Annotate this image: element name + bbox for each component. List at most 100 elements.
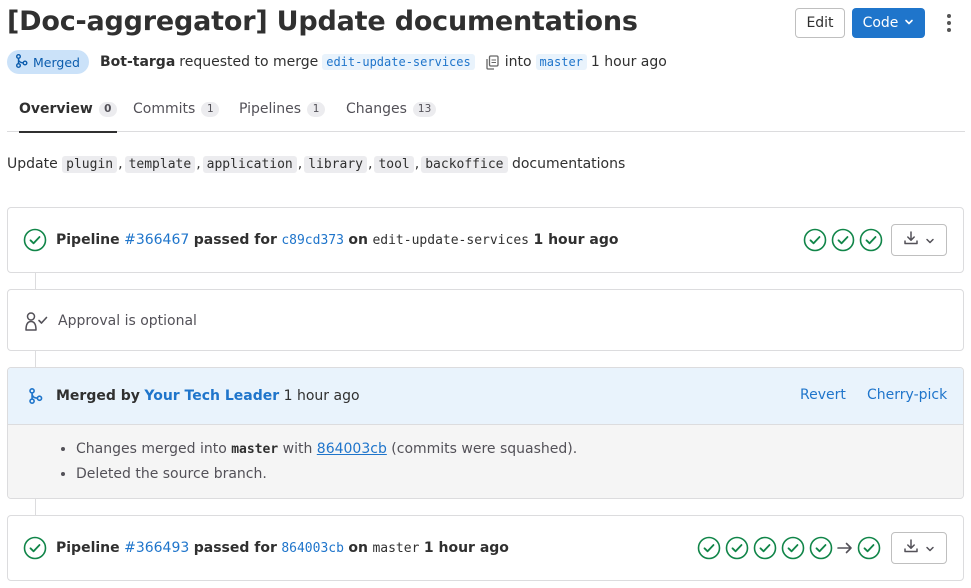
download-icon — [903, 230, 919, 250]
on-text: on — [348, 540, 368, 556]
merged-by-user[interactable]: Your Tech Leader — [144, 388, 279, 404]
timeline-connector — [35, 273, 36, 289]
tab-overview[interactable]: Overview 0 — [19, 86, 117, 133]
pipeline-label: Pipeline — [56, 232, 120, 248]
tab-pipelines[interactable]: Pipelines 1 — [239, 86, 326, 132]
stage-success-icon[interactable] — [859, 228, 883, 252]
merged-header: Merged by Your Tech Leader 1 hour ago Re… — [8, 368, 963, 425]
download-icon — [903, 538, 919, 558]
status-badge: Merged — [7, 50, 89, 74]
description-code: plugin — [62, 155, 118, 173]
pipeline-id-link[interactable]: #366493 — [124, 540, 189, 556]
chevron-down-icon — [925, 231, 935, 250]
pipeline-branch[interactable]: edit-update-services — [372, 233, 529, 248]
kebab-icon[interactable] — [940, 10, 958, 36]
description-code: application — [202, 155, 297, 173]
on-text: on — [348, 232, 368, 248]
status-success-icon[interactable] — [23, 536, 47, 560]
code-button-label: Code — [862, 15, 899, 31]
merge-icon — [15, 53, 28, 71]
page-title: [Doc-aggregator] Update documentations — [7, 6, 638, 37]
revert-button[interactable]: Revert — [800, 387, 846, 403]
approval-icon — [24, 308, 50, 334]
commit-link[interactable]: 864003cb — [281, 541, 344, 556]
edit-button[interactable]: Edit — [795, 8, 845, 38]
chevron-down-icon — [904, 15, 914, 31]
approval-info: Approval is optional — [24, 308, 197, 334]
pipeline-time: 1 hour ago — [423, 540, 509, 556]
pipeline-info: Pipeline #366467 passed for c89cd373 on … — [23, 228, 619, 252]
pipeline-stages — [803, 228, 883, 252]
merge-commit-link[interactable]: 864003cb — [317, 441, 387, 457]
stage-success-icon[interactable] — [753, 536, 777, 560]
pipeline-card: Pipeline #366467 passed for c89cd373 on … — [7, 207, 964, 273]
merge-detail-text: Changes merged into — [76, 441, 227, 457]
merged-by-label: Merged by — [56, 388, 140, 404]
description-code: backoffice — [421, 155, 508, 173]
stage-success-icon[interactable] — [857, 536, 881, 560]
merge-request-tabs: Overview 0 Commits 1 Pipelines 1 Changes… — [7, 86, 965, 133]
created-time: 1 hour ago — [590, 54, 667, 70]
cherry-pick-button[interactable]: Cherry-pick — [867, 387, 947, 403]
tab-label: Changes — [346, 101, 407, 117]
tab-count: 1 — [307, 101, 326, 117]
stage-success-icon[interactable] — [697, 536, 721, 560]
merged-details-list: Changes merged into master with 864003cb… — [76, 439, 577, 489]
chevron-down-icon — [925, 539, 935, 558]
stage-success-icon[interactable] — [809, 536, 833, 560]
stage-success-icon[interactable] — [831, 228, 855, 252]
merged-details: Changes merged into master with 864003cb… — [8, 425, 963, 498]
merge-detail-text: with — [282, 441, 313, 457]
merge-icon — [28, 388, 43, 404]
approval-card: Approval is optional — [7, 289, 964, 351]
description: Update plugin, template, application, li… — [7, 155, 626, 173]
status-badge-label: Merged — [33, 54, 80, 70]
into-text: into — [504, 54, 532, 70]
pipeline-info: Pipeline #366493 passed for 864003cb on … — [23, 536, 509, 560]
stage-success-icon[interactable] — [803, 228, 827, 252]
author-name[interactable]: Bot-targa — [100, 54, 175, 70]
merge-target-branch: master — [231, 442, 279, 457]
requested-text: requested to merge — [179, 54, 319, 70]
stage-success-icon[interactable] — [725, 536, 749, 560]
tab-count: 1 — [201, 101, 220, 117]
description-code: library — [304, 155, 367, 173]
tab-changes[interactable]: Changes 13 — [346, 86, 437, 132]
source-branch[interactable]: edit-update-services — [322, 54, 475, 70]
merged-info: Merged by Your Tech Leader 1 hour ago — [28, 384, 360, 408]
commit-link[interactable]: c89cd373 — [281, 233, 344, 248]
merge-request-meta: Merged Bot-targa requested to merge edit… — [7, 50, 667, 74]
timeline-connector — [35, 499, 36, 515]
pipeline-id-link[interactable]: #366467 — [124, 232, 189, 248]
list-item: Changes merged into master with 864003cb… — [76, 439, 577, 464]
list-item: Deleted the source branch. — [76, 464, 577, 489]
download-artifacts-button[interactable] — [891, 224, 947, 256]
tab-label: Pipelines — [239, 101, 302, 117]
timeline-connector — [35, 351, 36, 367]
description-prefix: Update — [7, 156, 58, 172]
description-code: tool — [374, 155, 414, 173]
stage-success-icon[interactable] — [781, 536, 805, 560]
tab-label: Overview — [19, 101, 93, 117]
pipeline-branch[interactable]: master — [372, 541, 419, 556]
status-success-icon[interactable] — [23, 228, 47, 252]
merged-time: 1 hour ago — [283, 388, 360, 404]
pipeline-time: 1 hour ago — [533, 232, 619, 248]
target-branch[interactable]: master — [535, 54, 587, 70]
merged-card: Merged by Your Tech Leader 1 hour ago Re… — [7, 367, 964, 499]
pipeline-card: Pipeline #366493 passed for 864003cb on … — [7, 515, 964, 581]
pipeline-status-text: passed for — [193, 232, 277, 248]
download-artifacts-button[interactable] — [891, 532, 947, 564]
description-code: template — [124, 155, 196, 173]
approval-text: Approval is optional — [58, 313, 197, 329]
pipeline-stages — [697, 536, 881, 560]
merge-detail-text: (commits were squashed). — [391, 441, 578, 457]
tab-label: Commits — [133, 101, 196, 117]
tab-count: 0 — [98, 101, 117, 117]
pipeline-status-text: passed for — [193, 540, 277, 556]
arrow-right-icon — [837, 541, 853, 555]
description-suffix: documentations — [511, 156, 626, 172]
code-button[interactable]: Code — [852, 8, 925, 38]
copy-icon[interactable] — [485, 54, 499, 70]
tab-commits[interactable]: Commits 1 — [133, 86, 220, 132]
